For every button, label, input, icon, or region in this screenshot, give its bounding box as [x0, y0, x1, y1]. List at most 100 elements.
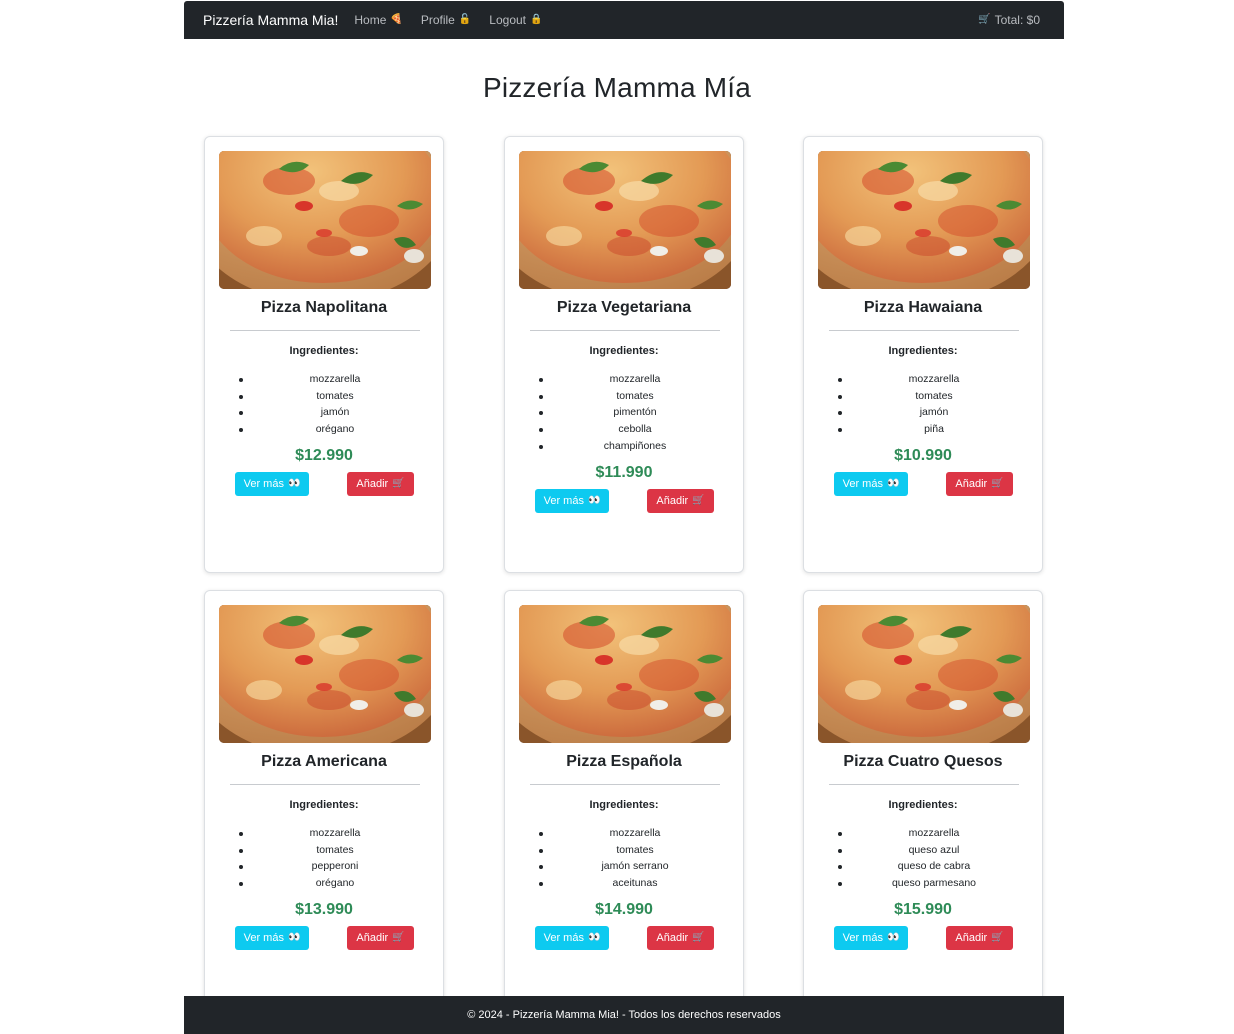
pizza-photo: [519, 605, 731, 743]
eyes-icon: 👀: [287, 477, 301, 489]
add-to-cart-label: Añadir: [955, 477, 988, 490]
cart-icon: 🛒: [991, 477, 1004, 489]
view-more-button[interactable]: Ver más 👀: [535, 488, 609, 513]
brand-link[interactable]: Pizzería Mamma Mia!: [203, 12, 338, 28]
add-to-cart-button[interactable]: Añadir 🛒: [946, 925, 1013, 950]
footer-text: © 2024 - Pizzería Mamma Mia! - Todos los…: [467, 1009, 781, 1021]
eyes-icon: 👀: [587, 494, 601, 506]
add-to-cart-button[interactable]: Añadir 🛒: [647, 488, 714, 513]
cart-icon: 🛒: [392, 931, 405, 943]
pizza-photo: [519, 151, 731, 289]
ingredient-item: champiñones: [505, 438, 743, 455]
ingredient-item: tomates: [804, 388, 1042, 405]
pizza-image: [818, 605, 1030, 743]
unlock-icon: 🔓: [458, 14, 472, 25]
pizza-name: Pizza Española: [566, 753, 682, 770]
pizza-card: Pizza Española Ingredientes: mozzarella tom…: [504, 590, 744, 1004]
pizza-card: Pizza Napolitana Ingredientes: mozzarella t…: [204, 136, 444, 573]
add-to-cart-button[interactable]: Añadir 🛒: [647, 925, 714, 950]
pizza-name: Pizza Vegetariana: [556, 299, 692, 316]
pizza-image: [219, 151, 431, 289]
pizza-photo: [219, 605, 431, 743]
divider: [230, 330, 420, 331]
view-more-label: Ver más: [842, 931, 883, 944]
view-more-button[interactable]: Ver más 👀: [834, 471, 908, 496]
nav-link-home-label: Home: [354, 13, 387, 27]
ingredient-item: mozzarella: [505, 371, 743, 388]
ingredients-list: mozzarella queso azul queso de cabra queso …: [804, 825, 1042, 892]
ingredient-item: pepperoni: [205, 858, 443, 875]
pizza-card: Pizza Hawaiana Ingredientes: mozzarella tom…: [803, 136, 1043, 573]
pizza-price: $11.990: [595, 463, 653, 481]
view-more-button[interactable]: Ver más 👀: [834, 925, 908, 950]
pizza-photo: [818, 605, 1030, 743]
ingredients-list: mozzarella tomates jamón serrano aceitunas: [505, 825, 743, 892]
pizza-card: Pizza Vegetariana Ingredientes: mozzarella…: [504, 136, 744, 573]
cart-icon: 🛒: [392, 477, 405, 489]
pizza-name: Pizza Americana: [261, 753, 387, 770]
ingredients-heading: Ingredientes:: [289, 345, 359, 357]
pizza-name: Pizza Hawaiana: [863, 299, 983, 316]
view-more-label: Ver más: [543, 931, 584, 944]
pizza-image: [818, 151, 1030, 289]
ingredient-item: cebolla: [505, 421, 743, 438]
divider: [230, 784, 420, 785]
pizza-name: Pizza Cuatro Quesos: [843, 753, 1003, 770]
divider: [530, 784, 720, 785]
view-more-label: Ver más: [543, 494, 584, 507]
nav-link-home[interactable]: Home 🍕: [354, 13, 402, 27]
add-to-cart-label: Añadir: [356, 477, 389, 490]
pizza-image: [519, 605, 731, 743]
add-to-cart-label: Añadir: [955, 931, 988, 944]
eyes-icon: 👀: [287, 931, 301, 943]
add-to-cart-button[interactable]: Añadir 🛒: [347, 925, 414, 950]
nav-link-profile[interactable]: Profile 🔓: [421, 13, 471, 27]
pizza-price: $13.990: [295, 900, 353, 918]
ingredients-heading: Ingredientes:: [589, 799, 659, 811]
ingredient-item: mozzarella: [804, 371, 1042, 388]
view-more-button[interactable]: Ver más 👀: [535, 925, 609, 950]
pizza-price: $10.990: [894, 446, 952, 464]
ingredient-item: tomates: [505, 388, 743, 405]
ingredient-item: orégano: [205, 421, 443, 438]
view-more-button[interactable]: Ver más 👀: [235, 925, 309, 950]
nav-link-profile-label: Profile: [420, 13, 455, 27]
pizza-image: [519, 151, 731, 289]
pizza-price: $15.990: [894, 900, 952, 918]
cart-icon: 🛒: [991, 931, 1004, 943]
eyes-icon: 👀: [886, 931, 900, 943]
view-more-label: Ver más: [243, 477, 284, 490]
cart-total-label: Total: $0: [994, 13, 1040, 27]
pizza-icon: 🍕: [390, 14, 403, 25]
page-title: Pizzería Mamma Mía: [482, 72, 752, 103]
ingredient-item: jamón serrano: [505, 858, 743, 875]
ingredients-list: mozzarella tomates jamón orégano: [205, 371, 443, 438]
view-more-label: Ver más: [842, 477, 883, 490]
ingredients-heading: Ingredientes:: [289, 799, 359, 811]
ingredient-item: tomates: [205, 842, 443, 859]
cart-icon: 🛒: [692, 494, 705, 506]
nav-link-logout[interactable]: Logout 🔒: [489, 13, 542, 27]
ingredient-item: tomates: [505, 842, 743, 859]
ingredient-item: aceitunas: [505, 875, 743, 892]
ingredient-item: jamón: [205, 404, 443, 421]
view-more-button[interactable]: Ver más 👀: [235, 471, 309, 496]
add-to-cart-button[interactable]: Añadir 🛒: [946, 471, 1013, 496]
footer: © 2024 - Pizzería Mamma Mia! - Todos los…: [184, 996, 1064, 1034]
divider: [530, 330, 720, 331]
cart-icon: 🛒: [692, 931, 705, 943]
ingredient-item: tomates: [205, 388, 443, 405]
ingredients-list: mozzarella tomates jamón piña: [804, 371, 1042, 438]
cart-total-button[interactable]: 🛒 Total: $0: [978, 13, 1040, 27]
divider: [829, 330, 1019, 331]
eyes-icon: 👀: [587, 931, 601, 943]
divider: [829, 784, 1019, 785]
ingredient-item: mozzarella: [205, 825, 443, 842]
view-more-label: Ver más: [243, 931, 284, 944]
ingredient-item: mozzarella: [205, 371, 443, 388]
ingredient-item: mozzarella: [505, 825, 743, 842]
pizza-price: $14.990: [595, 900, 653, 918]
pizza-price: $12.990: [295, 446, 353, 464]
add-to-cart-button[interactable]: Añadir 🛒: [347, 471, 414, 496]
ingredient-item: piña: [804, 421, 1042, 438]
